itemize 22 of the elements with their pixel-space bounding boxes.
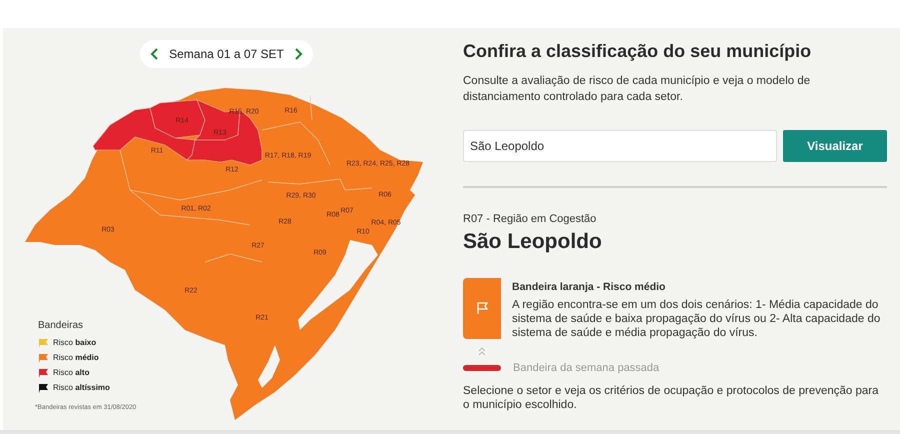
region-name: R07 - Região em Cogestão — [463, 214, 598, 224]
flag-title: Bandeira laranja - Risco médio — [512, 280, 666, 294]
municipality-name: São Leopoldo — [463, 228, 603, 254]
legend-label: Risco altíssimo — [53, 382, 110, 394]
legend-label: Risco alto — [53, 367, 90, 379]
flag-description: A região encontra-se em um dos dois cenários: 1- Média capacidade do sistema de saúde e baixa propagação do vírus ou 2- Alta capacidade do sistema de saúde e média propagação do vírus. — [512, 298, 882, 340]
legend-label: Risco médio — [53, 352, 99, 364]
double-chevron-icon — [477, 346, 487, 356]
region-area[interactable] — [92, 108, 196, 160]
section-description: Consulte a avaliação de risco de cada município e veja o modelo de distanciamento controlado para cada setor. — [463, 74, 812, 104]
legend-title: Bandeiras — [38, 319, 84, 333]
municipality-field[interactable]: São Leopoldo — [463, 130, 777, 162]
previous-flag-label: Bandeira da semana passada — [513, 360, 660, 376]
instruction-text: Selecione o setor e veja os critérios de ocupação e protocolos de prevenção para o município escolhido. — [463, 384, 880, 412]
next-week-button[interactable] — [293, 47, 305, 61]
region-area[interactable] — [150, 100, 206, 138]
section-heading: Confira a classificação do seu município — [463, 40, 812, 62]
week-label: Semana 01 a 07 SET — [169, 46, 284, 63]
legend-label: Risco baixo — [53, 337, 96, 349]
flag-icon — [475, 301, 489, 316]
visualize-button[interactable]: Visualizar — [783, 130, 887, 162]
previous-week-button[interactable] — [148, 47, 160, 61]
